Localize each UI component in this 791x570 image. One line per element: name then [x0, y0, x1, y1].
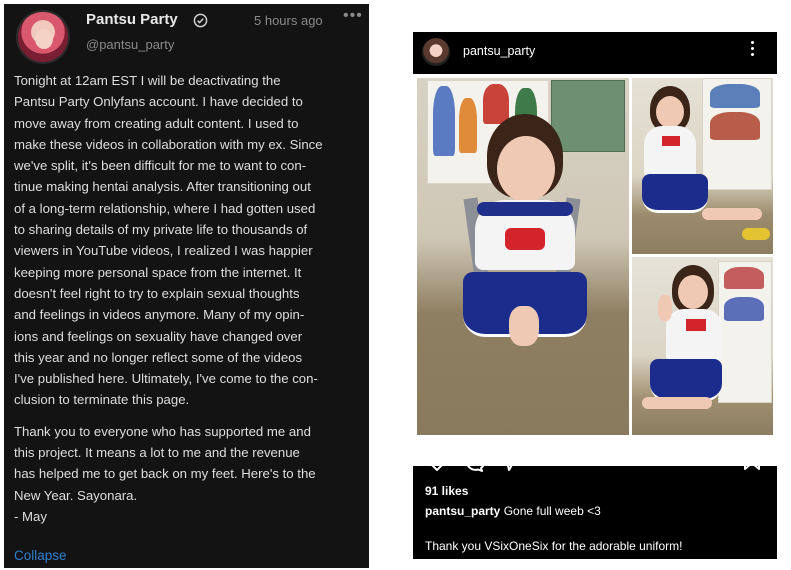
profile-username[interactable]: pantsu_party [463, 44, 535, 58]
likes-count[interactable]: 91 likes [425, 484, 468, 498]
heart-icon[interactable] [425, 450, 449, 472]
post-paragraph: Thank you to everyone who has supported … [14, 423, 316, 524]
send-arrow-icon[interactable] [497, 450, 521, 472]
side-photo-top[interactable] [632, 78, 773, 254]
author-name[interactable]: Pantsu Party [86, 11, 178, 28]
comment-bubble-icon[interactable] [461, 450, 485, 472]
caption-username[interactable]: pantsu_party [425, 504, 500, 518]
main-photo[interactable] [417, 78, 629, 435]
caption: pantsu_party Gone full weeb <3 [425, 504, 601, 518]
post-body: Tonight at 12am EST I will be deactivati… [14, 70, 364, 527]
caption-text: Gone full weeb <3 [500, 504, 601, 518]
author-avatar[interactable] [16, 10, 70, 64]
photo-collage[interactable] [413, 74, 777, 466]
kebab-menu-icon[interactable] [750, 41, 756, 61]
comment-text: Thank you VSixOneSix for the adorable un… [425, 539, 683, 553]
post-header: pantsu_party [413, 32, 777, 74]
photo-post-card: pantsu_party 91 likes pantsu_party Gone … [413, 32, 777, 559]
profile-avatar[interactable] [422, 38, 450, 66]
collapse-link[interactable]: Collapse [14, 548, 67, 563]
bookmark-icon[interactable] [742, 448, 762, 472]
author-handle[interactable]: @pantsu_party [86, 37, 174, 52]
verified-check-icon [193, 13, 208, 28]
post-timestamp: 5 hours ago [254, 13, 323, 28]
dark-post-card: Pantsu Party 5 hours ago ••• @pantsu_par… [4, 4, 369, 568]
more-dots-icon[interactable]: ••• [343, 7, 363, 25]
post-paragraph: Tonight at 12am EST I will be deactivati… [14, 73, 323, 408]
side-photo-bottom[interactable] [632, 257, 773, 435]
